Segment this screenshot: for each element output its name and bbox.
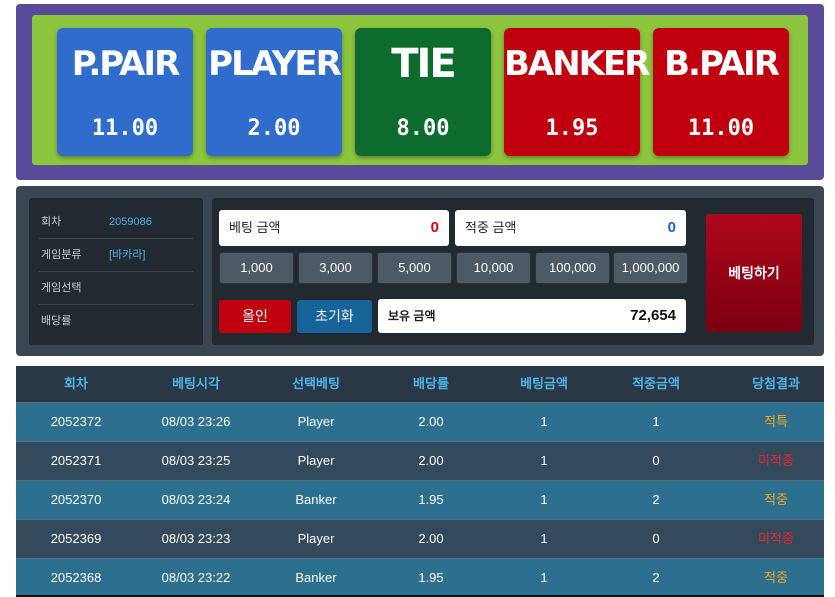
cell-bet-amount: 1 bbox=[540, 570, 548, 585]
cell-pick: Banker bbox=[295, 492, 337, 507]
column-header: 당첨결과 bbox=[752, 376, 800, 391]
column-header: 배당률 bbox=[413, 376, 449, 391]
table-row: 2052369 08/03 23:23 Player 2.00 1 0 미적중 bbox=[16, 519, 824, 558]
bet-option-tie[interactable]: TIE 8.00 bbox=[355, 28, 491, 156]
game-category: [바카라] bbox=[109, 249, 146, 261]
cell-pick: Player bbox=[297, 531, 335, 546]
cell-bet-amount: 1 bbox=[540, 453, 548, 468]
cell-bet-time: 08/03 23:24 bbox=[161, 492, 231, 507]
cell-odds: 2.00 bbox=[418, 453, 444, 468]
bet-amount-value: 0 bbox=[430, 219, 439, 236]
bet-option-player-pair[interactable]: P.PAIR 11.00 bbox=[57, 28, 193, 156]
column-header: 베팅시각 bbox=[172, 376, 220, 391]
cell-round: 2052370 bbox=[50, 492, 102, 507]
balance-field: 보유 금액 72,654 bbox=[378, 299, 686, 333]
cell-round: 2052372 bbox=[50, 414, 102, 429]
bet-amount-field[interactable]: 베팅 금액 0 bbox=[219, 210, 449, 246]
win-amount-value: 0 bbox=[667, 219, 676, 236]
info-row-round: 회차 2059086 bbox=[39, 206, 193, 239]
field-label: 베팅 금액 bbox=[229, 220, 281, 235]
bet-history-table: 회차 베팅시각 선택베팅 배당률 베팅금액 적중금액 당첨결과 2052372 0… bbox=[16, 366, 824, 597]
bet-option-name: P.PAIR bbox=[71, 44, 181, 84]
cell-bet-amount: 1 bbox=[540, 531, 548, 546]
bet-option-odds: 2.00 bbox=[247, 116, 301, 141]
cell-round: 2052369 bbox=[50, 531, 102, 546]
info-row-category: 게임분류 [바카라] bbox=[39, 239, 193, 272]
bet-option-banker-pair[interactable]: B.PAIR 11.00 bbox=[653, 28, 789, 156]
cell-odds: 1.95 bbox=[418, 492, 444, 507]
table-row: 2052371 08/03 23:25 Player 2.00 1 0 미적중 bbox=[16, 441, 824, 480]
bet-option-name: BANKER bbox=[504, 44, 650, 84]
cell-odds: 2.00 bbox=[418, 531, 444, 546]
cell-pick: Player bbox=[297, 453, 335, 468]
cell-bet-time: 08/03 23:25 bbox=[161, 453, 231, 468]
cell-pick: Player bbox=[297, 414, 335, 429]
cell-odds: 2.00 bbox=[418, 414, 444, 429]
cell-win-amount: 2 bbox=[652, 492, 660, 507]
chip-3000-button[interactable]: 3,000 bbox=[298, 252, 373, 284]
cell-round: 2052371 bbox=[50, 453, 102, 468]
place-bet-button[interactable]: 베팅하기 bbox=[706, 214, 802, 332]
chip-1000-button[interactable]: 1,000 bbox=[219, 252, 294, 284]
all-in-button[interactable]: 올인 bbox=[219, 300, 291, 333]
bet-option-banker[interactable]: BANKER 1.95 bbox=[504, 28, 650, 156]
column-header: 회차 bbox=[64, 376, 88, 391]
info-label: 배당률 bbox=[41, 315, 72, 327]
bet-option-name: TIE bbox=[391, 41, 457, 87]
info-row-selection: 게임선택 bbox=[39, 272, 193, 305]
chip-10000-button[interactable]: 10,000 bbox=[456, 252, 531, 284]
info-label: 게임분류 bbox=[41, 249, 82, 261]
cell-win-amount: 0 bbox=[652, 453, 660, 468]
chip-100000-button[interactable]: 100,000 bbox=[535, 252, 610, 284]
reset-button[interactable]: 초기화 bbox=[297, 300, 372, 333]
field-label: 적중 금액 bbox=[465, 220, 517, 235]
cell-bet-amount: 1 bbox=[540, 492, 548, 507]
cell-result: 미적중 bbox=[758, 531, 794, 546]
chip-5000-button[interactable]: 5,000 bbox=[377, 252, 452, 284]
table-row: 2052372 08/03 23:26 Player 2.00 1 1 적특 bbox=[16, 402, 824, 441]
cell-bet-time: 08/03 23:23 bbox=[161, 531, 231, 546]
column-header: 선택베팅 bbox=[292, 376, 340, 391]
cell-win-amount: 0 bbox=[652, 531, 660, 546]
table-row: 2052370 08/03 23:24 Banker 1.95 1 2 적중 bbox=[16, 480, 824, 519]
round-number: 2059086 bbox=[109, 216, 152, 228]
info-row-odds: 배당률 bbox=[39, 305, 193, 337]
table-row: 2052368 08/03 23:22 Banker 1.95 1 2 적중 bbox=[16, 558, 824, 597]
cell-result: 적특 bbox=[764, 414, 788, 429]
cell-result: 적중 bbox=[764, 492, 788, 507]
field-label: 보유 금액 bbox=[388, 309, 436, 323]
cell-bet-time: 08/03 23:22 bbox=[161, 570, 231, 585]
info-label: 회차 bbox=[41, 216, 62, 228]
cell-win-amount: 2 bbox=[652, 570, 660, 585]
cell-pick: Banker bbox=[295, 570, 337, 585]
game-info-box: 회차 2059086 게임분류 [바카라] 게임선택 배당률 bbox=[29, 198, 203, 345]
cell-odds: 1.95 bbox=[418, 570, 444, 585]
cell-result: 미적중 bbox=[758, 453, 794, 468]
bet-option-name: PLAYER bbox=[208, 44, 342, 84]
cell-result: 적중 bbox=[764, 570, 788, 585]
bet-option-player[interactable]: PLAYER 2.00 bbox=[206, 28, 342, 156]
win-amount-field: 적중 금액 0 bbox=[455, 210, 686, 246]
bet-option-odds: 8.00 bbox=[396, 116, 450, 141]
info-label: 게임선택 bbox=[41, 282, 82, 294]
column-header: 베팅금액 bbox=[520, 376, 568, 391]
bet-option-odds: 1.95 bbox=[545, 116, 599, 141]
cell-round: 2052368 bbox=[50, 570, 102, 585]
table-header: 회차 베팅시각 선택베팅 배당률 베팅금액 적중금액 당첨결과 bbox=[16, 366, 824, 402]
column-header: 적중금액 bbox=[632, 376, 680, 391]
bet-option-odds: 11.00 bbox=[687, 116, 755, 141]
cell-bet-amount: 1 bbox=[540, 414, 548, 429]
balance-value: 72,654 bbox=[630, 307, 676, 324]
bet-option-odds: 11.00 bbox=[91, 116, 159, 141]
cell-bet-time: 08/03 23:26 bbox=[161, 414, 231, 429]
cell-win-amount: 1 bbox=[652, 414, 660, 429]
chip-1000000-button[interactable]: 1,000,000 bbox=[613, 252, 688, 284]
bet-option-name: B.PAIR bbox=[664, 44, 780, 84]
